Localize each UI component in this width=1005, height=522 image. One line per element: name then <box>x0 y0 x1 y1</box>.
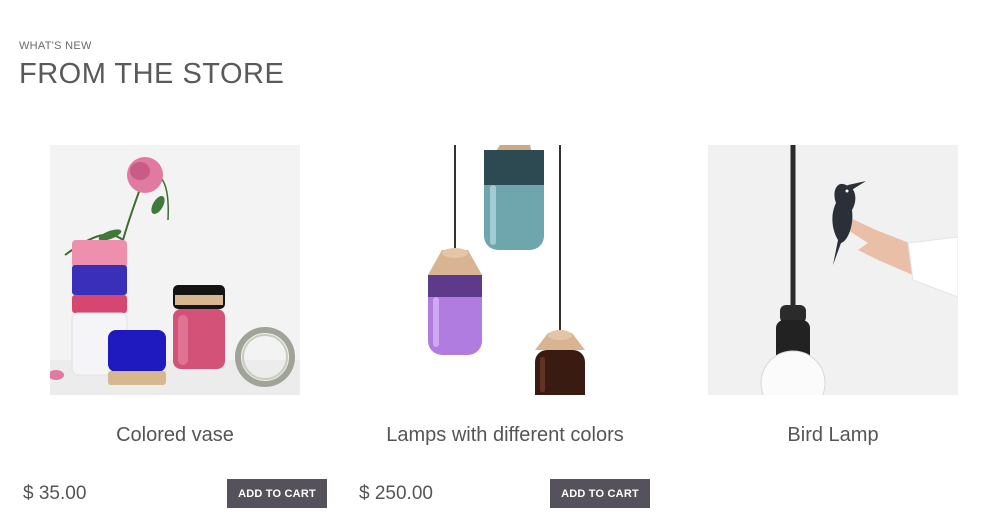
product-price: $ 35.00 <box>23 483 87 504</box>
product-name[interactable]: Lamps with different colors <box>340 424 670 447</box>
product-price: $ 250.00 <box>359 483 433 504</box>
vase-illustration <box>50 145 300 395</box>
product-image-lamps[interactable] <box>380 145 630 395</box>
bird-lamp-illustration <box>708 145 958 395</box>
store-section: WHAT'S NEW FROM THE STORE Colored vase $… <box>0 0 1005 522</box>
add-to-cart-button[interactable]: ADD TO CART <box>550 479 650 508</box>
add-to-cart-button[interactable]: ADD TO CART <box>227 479 327 508</box>
lamps-illustration <box>380 145 630 395</box>
section-title: FROM THE STORE <box>19 58 285 90</box>
product-name[interactable]: Colored vase <box>10 424 340 447</box>
product-name[interactable]: Bird Lamp <box>668 424 998 447</box>
product-image-bird-lamp[interactable] <box>708 145 958 395</box>
section-eyebrow: WHAT'S NEW <box>19 40 92 52</box>
product-image-colored-vase[interactable] <box>50 145 300 395</box>
